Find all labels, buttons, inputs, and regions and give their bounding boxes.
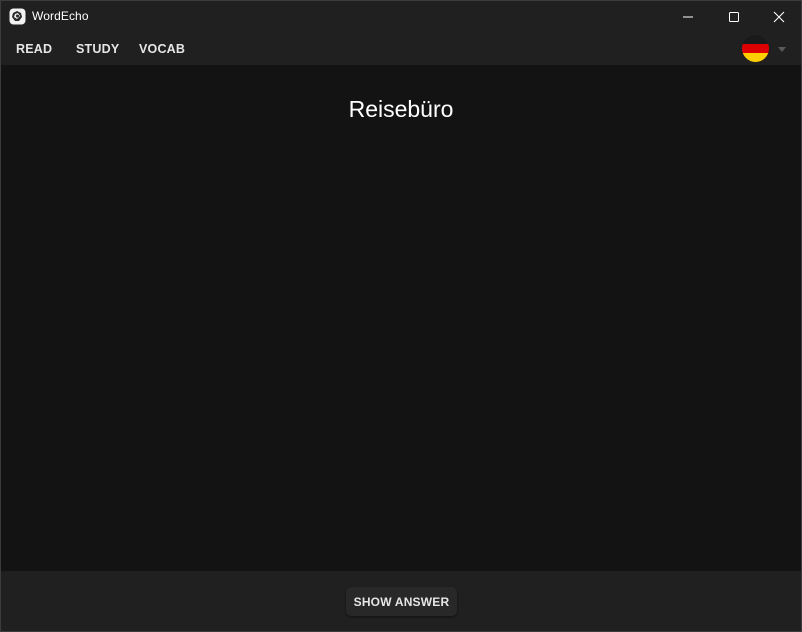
close-button[interactable] bbox=[756, 1, 802, 32]
germany-flag-icon bbox=[742, 35, 769, 62]
title-bar[interactable]: WordEcho bbox=[1, 1, 801, 32]
app-window: WordEcho READ STUDY VOCAB Reisebüro SHOW… bbox=[0, 0, 802, 632]
maximize-icon bbox=[729, 11, 739, 22]
close-icon bbox=[773, 11, 785, 22]
flashcard-word: Reisebüro bbox=[348, 96, 454, 122]
chevron-down-icon bbox=[778, 47, 786, 52]
nav-bar: READ STUDY VOCAB bbox=[1, 32, 801, 65]
tab-read[interactable]: READ bbox=[16, 42, 52, 56]
window-title: WordEcho bbox=[32, 9, 89, 23]
footer-bar: SHOW ANSWER bbox=[1, 571, 801, 631]
show-answer-button[interactable]: SHOW ANSWER bbox=[346, 587, 457, 616]
maximize-button[interactable] bbox=[711, 1, 757, 32]
language-selector[interactable] bbox=[742, 35, 792, 63]
app-icon bbox=[9, 8, 26, 25]
flashcard-area: Reisebüro bbox=[1, 65, 801, 571]
tab-study[interactable]: STUDY bbox=[76, 42, 119, 56]
minimize-icon bbox=[683, 16, 693, 17]
minimize-button[interactable] bbox=[665, 1, 711, 32]
tab-vocab[interactable]: VOCAB bbox=[139, 42, 185, 56]
